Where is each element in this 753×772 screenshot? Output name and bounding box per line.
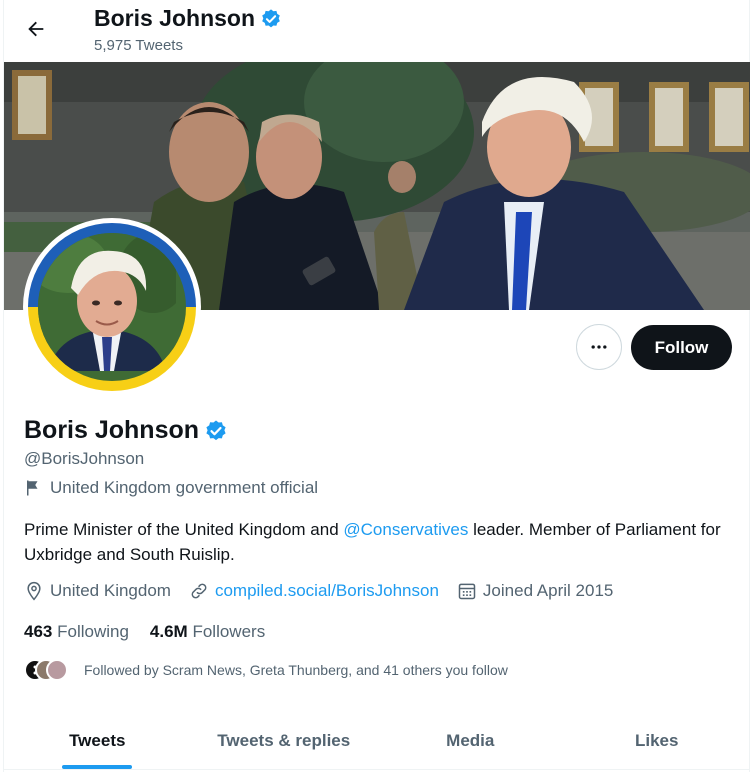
verified-badge-icon	[206, 420, 226, 440]
profile-name: Boris Johnson	[24, 416, 228, 445]
affiliation-label[interactable]: United Kingdom government official	[24, 478, 318, 498]
verified-badge-icon	[262, 8, 280, 27]
avatar-ring	[28, 223, 196, 391]
link-icon	[191, 583, 207, 599]
tweet-count: 5,975 Tweets	[94, 37, 183, 54]
followers-link[interactable]: 4.6M Followers	[150, 622, 265, 642]
more-dots-icon	[591, 345, 607, 349]
following-label: Following	[57, 622, 129, 641]
profile-tabs: Tweets Tweets & replies Media Likes	[4, 712, 750, 770]
active-tab-indicator	[62, 765, 133, 769]
location-pin-icon	[27, 581, 41, 601]
avatar-portrait	[38, 233, 186, 371]
tab-tweets-and-replies[interactable]: Tweets & replies	[191, 712, 378, 769]
profile-avatar[interactable]	[23, 218, 201, 396]
profile-bio: Prime Minister of the United Kingdom and…	[24, 517, 724, 567]
bio-text-start: Prime Minister of the United Kingdom and	[24, 520, 344, 539]
profile-name-text: Boris Johnson	[24, 416, 200, 444]
profile-column: Boris Johnson 5,975 Tweets Follow Boris …	[3, 0, 750, 772]
tab-media[interactable]: Media	[377, 712, 564, 769]
calendar-icon	[458, 583, 476, 600]
followers-label: Followers	[192, 622, 266, 641]
more-options-button[interactable]	[576, 324, 622, 370]
follow-counts: 463 Following 4.6M Followers	[24, 622, 265, 642]
avatar	[46, 659, 68, 681]
arrow-left-icon	[28, 21, 44, 37]
joined-text: Joined April 2015	[482, 581, 614, 600]
affiliation-text: United Kingdom government official	[50, 478, 319, 497]
tab-label: Media	[446, 730, 495, 750]
following-link[interactable]: 463 Following	[24, 622, 129, 642]
header-name: Boris Johnson	[94, 5, 256, 31]
website-item[interactable]: compiled.social/BorisJohnson	[189, 581, 439, 601]
joined-item: Joined April 2015	[457, 581, 613, 601]
follow-button[interactable]: Follow	[631, 325, 732, 370]
tab-label: Tweets	[69, 730, 126, 750]
profile-handle: @BorisJohnson	[24, 449, 145, 468]
following-count: 463	[24, 622, 53, 641]
profile-header: Boris Johnson 5,975 Tweets	[4, 0, 749, 62]
bio-mention-link[interactable]: @Conservatives	[343, 520, 468, 539]
location-text: United Kingdom	[50, 581, 171, 600]
back-button[interactable]	[18, 11, 54, 47]
avatar-photo	[38, 233, 186, 381]
website-link[interactable]: compiled.social/BorisJohnson	[215, 581, 439, 601]
followed-by-row[interactable]: Followed by Scram News, Greta Thunberg, …	[24, 659, 508, 681]
tab-label: Tweets & replies	[217, 730, 351, 750]
tab-label: Likes	[635, 730, 679, 750]
followers-you-know-avatars	[24, 659, 76, 681]
location-item: United Kingdom	[24, 581, 171, 601]
header-title: Boris Johnson	[94, 5, 282, 32]
followers-count: 4.6M	[149, 622, 188, 641]
tab-tweets[interactable]: Tweets	[4, 712, 191, 769]
profile-meta: United Kingdom compiled.social/BorisJohn…	[24, 581, 613, 601]
tab-likes[interactable]: Likes	[564, 712, 751, 769]
followed-by-text: Followed by Scram News, Greta Thunberg, …	[84, 662, 508, 678]
flag-icon	[27, 480, 38, 496]
